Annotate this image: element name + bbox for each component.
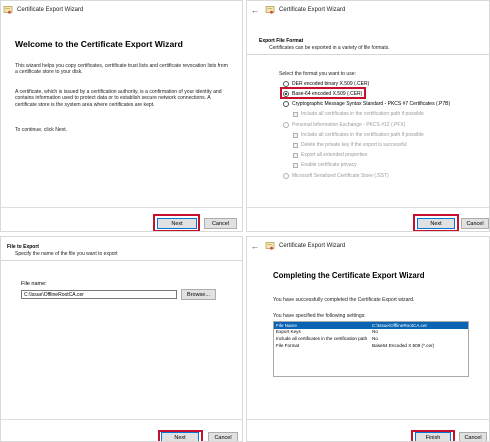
cancel-button[interactable]: Cancel: [461, 218, 489, 229]
continue-instruction: To continue, click Next.: [15, 127, 68, 133]
page-title: Completing the Certificate Export Wizard: [273, 271, 425, 280]
settings-list[interactable]: File Name C:\Issue\OfflineRootCA.cer Expo…: [273, 321, 469, 377]
highlight-box: [158, 430, 203, 441]
checkbox-icon: [293, 152, 298, 158]
option-pfx: Personal Information Exchange - PKCS #12…: [283, 122, 405, 128]
option-sst: Microsoft Serialized Certificate Store (…: [283, 173, 389, 179]
title-bar: ← Certificate Export Wizard: [247, 1, 489, 19]
checkbox-icon: [293, 162, 298, 168]
option-export-extended-properties: Export all extended properties: [293, 152, 367, 158]
table-row[interactable]: File Name C:\Issue\OfflineRootCA.cer: [274, 322, 468, 329]
window-title: Certificate Export Wizard: [17, 7, 84, 13]
format-prompt: Select the format you want to use:: [279, 71, 357, 77]
checkbox-icon: [293, 142, 298, 148]
header-title: File to Export: [7, 244, 39, 250]
checkbox-icon: [293, 111, 298, 117]
settings-label: You have specified the following setting…: [273, 313, 366, 319]
file-name-input[interactable]: C:\Issue\OfflineRootCA.cer: [21, 290, 177, 299]
radio-icon: [283, 122, 289, 128]
footer-divider: [1, 419, 242, 420]
footer-divider: [247, 207, 489, 208]
footer-divider: [247, 419, 489, 420]
highlight-box: [411, 430, 455, 441]
window-title: Certificate Export Wizard: [279, 7, 346, 13]
success-message: You have successfully completed the Cert…: [273, 297, 415, 303]
option-pkcs7-include-path: Include all certificates in the certific…: [293, 111, 424, 117]
export-format-page: ← Certificate Export Wizard Export File …: [246, 0, 490, 232]
browse-button[interactable]: Browse...: [181, 289, 216, 300]
highlight-box: [153, 214, 200, 231]
window-title: Certificate Export Wizard: [279, 243, 346, 249]
file-to-export-page: File to Export Specify the name of the f…: [0, 236, 243, 442]
checkbox-icon: [293, 132, 298, 138]
file-name-label: File name:: [21, 281, 47, 287]
footer-divider: [1, 207, 242, 208]
title-bar: ← Certificate Export Wizard: [247, 237, 489, 255]
table-row[interactable]: Export Keys No: [274, 329, 468, 336]
page-header: Export File Format Certificates can be e…: [247, 31, 489, 55]
page-header: File to Export Specify the name of the f…: [1, 237, 242, 261]
welcome-page: Certificate Export Wizard Welcome to the…: [0, 0, 243, 232]
radio-icon: [283, 173, 289, 179]
highlight-box: [413, 214, 459, 231]
radio-icon[interactable]: [283, 101, 289, 107]
highlight-box: [280, 87, 366, 99]
table-row[interactable]: Include all certificates in the certific…: [274, 335, 468, 342]
option-pkcs7[interactable]: Cryptographic Message Syntax Standard - …: [283, 101, 450, 107]
cancel-button[interactable]: Cancel: [208, 432, 238, 441]
certificate-icon: [265, 241, 275, 251]
intro-paragraph: This wizard helps you copy certificates,…: [15, 63, 228, 76]
title-bar: Certificate Export Wizard: [1, 1, 242, 19]
header-title: Export File Format: [259, 38, 304, 44]
back-arrow-icon[interactable]: ←: [247, 5, 263, 15]
cancel-button[interactable]: Cancel: [204, 218, 237, 229]
table-row[interactable]: File Format Base64 Encoded X.509 (*.cer): [274, 342, 468, 349]
header-subtitle: Specify the name of the file you want to…: [15, 251, 118, 257]
back-arrow-icon[interactable]: ←: [247, 241, 263, 251]
header-subtitle: Certificates can be exported in a variet…: [269, 45, 390, 51]
option-delete-private-key: Delete the private key if the export is …: [293, 142, 407, 148]
completing-page: ← Certificate Export Wizard Completing t…: [246, 236, 490, 442]
cancel-button[interactable]: Cancel: [459, 432, 487, 441]
description-paragraph: A certificate, which is issued by a cert…: [15, 89, 222, 108]
certificate-icon: [3, 5, 13, 15]
page-title: Welcome to the Certificate Export Wizard: [15, 39, 183, 49]
option-enable-privacy: Enable certificate privacy: [293, 162, 357, 168]
option-pfx-include-path: Include all certificates in the certific…: [293, 132, 424, 138]
certificate-icon: [265, 5, 275, 15]
